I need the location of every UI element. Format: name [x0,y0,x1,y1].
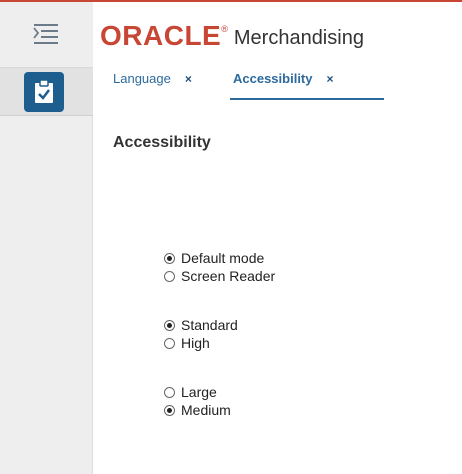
tab-bar: Language × Accessibility × [93,68,462,102]
radio-button[interactable] [164,386,175,398]
radio-label: Screen Reader [181,268,276,284]
radio-label: Medium [181,402,231,418]
radio-button[interactable] [164,252,175,264]
radio-button[interactable] [164,270,175,282]
active-tab-indicator [230,98,384,100]
close-icon[interactable]: × [185,72,192,86]
radio-label: High [181,335,210,351]
oracle-logo: ORACLE [100,20,222,51]
product-name: Merchandising [233,27,364,49]
radio-screen-reader[interactable]: Screen Reader [164,267,275,285]
radio-standard[interactable]: Standard [164,316,238,334]
tab-label: Accessibility [233,71,313,86]
clipboard-check-icon [35,79,53,103]
tab-accessibility[interactable]: Accessibility × [233,68,334,102]
hamburger-menu-icon[interactable] [32,22,60,46]
radio-large[interactable]: Large [164,383,217,401]
tab-label: Language [113,71,171,86]
tasks-button[interactable] [24,72,64,112]
brand: ORACLE® Merchandising [100,22,364,50]
page-title: Accessibility [113,134,211,151]
close-icon[interactable]: × [327,72,334,86]
tab-language[interactable]: Language × [113,68,192,102]
radio-label: Default mode [181,250,265,266]
radio-button[interactable] [164,319,175,331]
radio-button[interactable] [164,404,175,416]
radio-button[interactable] [164,337,175,349]
radio-label: Standard [181,317,238,333]
radio-high[interactable]: High [164,334,210,352]
registered-mark: ® [221,24,228,34]
radio-default-mode[interactable]: Default mode [164,249,264,267]
radio-label: Large [181,384,217,400]
radio-medium[interactable]: Medium [164,401,231,419]
